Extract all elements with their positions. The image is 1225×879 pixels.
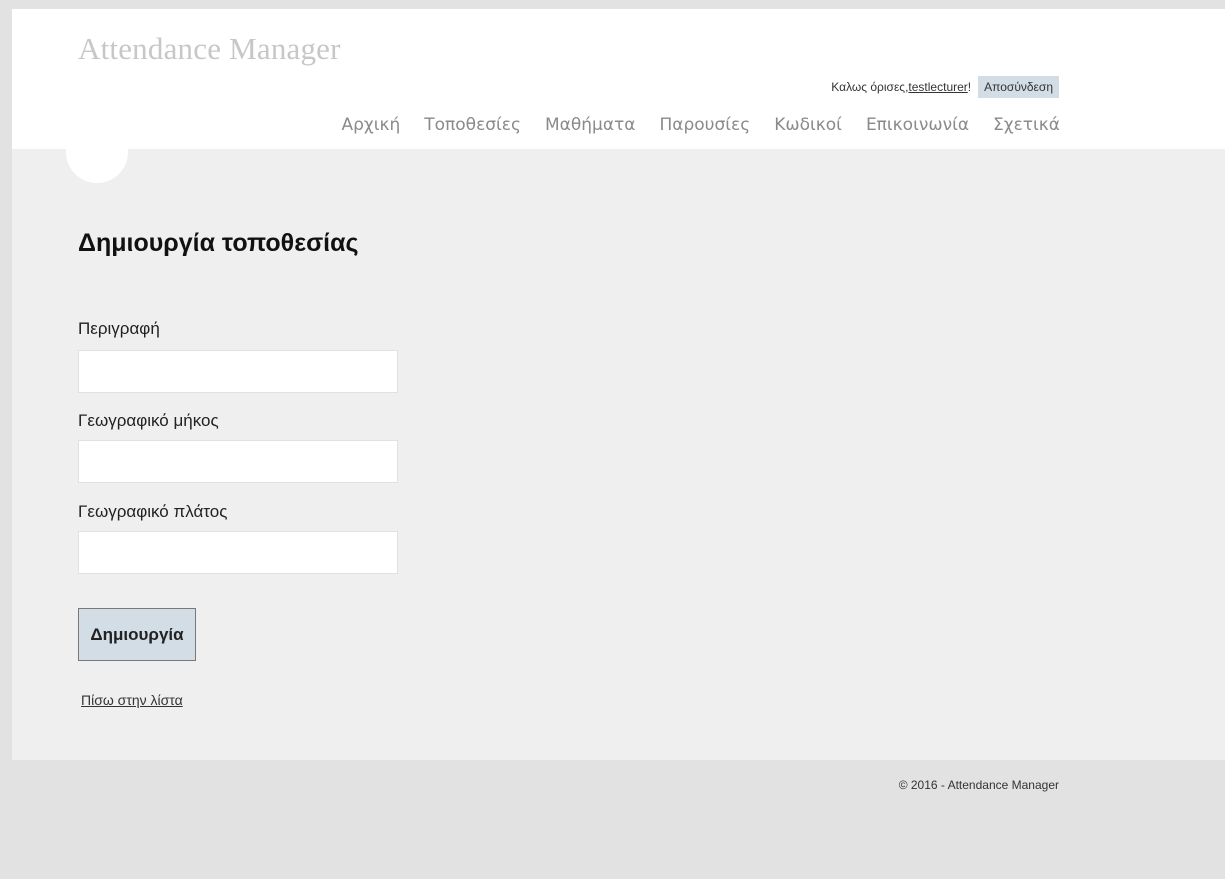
- browser-page: Attendance Manager Καλως όρισες, testlec…: [0, 0, 1225, 879]
- menu-item-codes[interactable]: Κωδικοί: [774, 115, 842, 135]
- header-decoration: [66, 121, 128, 183]
- description-label: Περιγραφή: [78, 319, 160, 338]
- main-menu: Αρχική Τοποθεσίες Μαθήματα Παρουσίες Κωδ…: [341, 115, 1060, 135]
- site-title[interactable]: Attendance Manager: [78, 31, 341, 67]
- latitude-input[interactable]: [78, 531, 398, 574]
- page-title: Δημιουργία τοποθεσίας: [78, 229, 359, 257]
- create-button[interactable]: Δημιουργία: [78, 608, 196, 661]
- greeting-suffix: !: [967, 80, 972, 94]
- login-partial: Καλως όρισες, testlecturer ! Αποσύνδεση: [831, 76, 1059, 98]
- longitude-label: Γεωγραφικό μήκος: [78, 411, 219, 430]
- site-header: Attendance Manager Καλως όρισες, testlec…: [12, 9, 1225, 149]
- menu-item-home[interactable]: Αρχική: [341, 115, 400, 135]
- logout-button[interactable]: Αποσύνδεση: [978, 76, 1059, 98]
- latitude-label: Γεωγραφικό πλάτος: [78, 502, 228, 521]
- menu-item-contact[interactable]: Επικοινωνία: [866, 115, 969, 135]
- footer-copyright: © 2016 - Attendance Manager: [898, 778, 1059, 792]
- main-content: Δημιουργία τοποθεσίας Περιγραφή Γεωγραφι…: [12, 149, 1225, 760]
- description-input[interactable]: [78, 350, 398, 393]
- username-link[interactable]: testlecturer: [908, 80, 967, 94]
- greeting-prefix: Καλως όρισες,: [831, 80, 909, 94]
- longitude-input[interactable]: [78, 440, 398, 483]
- menu-item-about[interactable]: Σχετικά: [993, 115, 1060, 135]
- menu-item-attendances[interactable]: Παρουσίες: [660, 115, 751, 135]
- menu-item-locations[interactable]: Τοποθεσίες: [424, 115, 521, 135]
- back-to-list-link[interactable]: Πίσω στην λίστα: [81, 692, 183, 708]
- menu-item-courses[interactable]: Μαθήματα: [545, 115, 636, 135]
